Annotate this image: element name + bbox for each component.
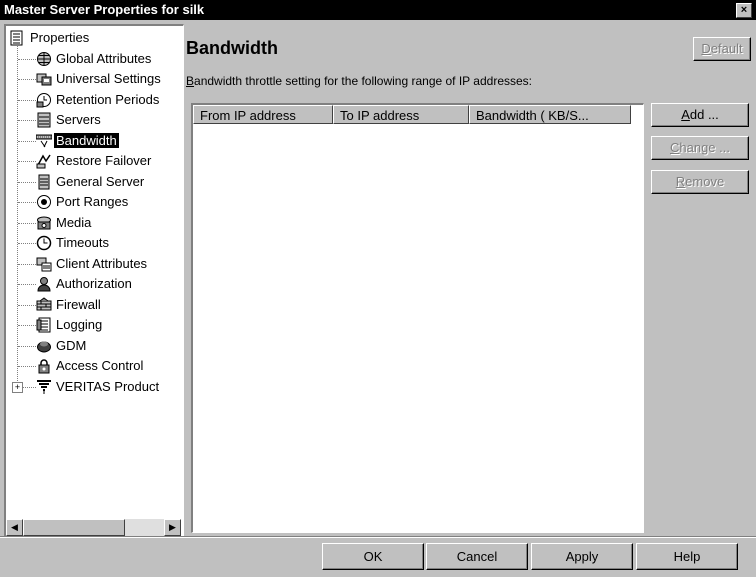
description-text: Bandwidth throttle setting for the follo… [186, 74, 532, 88]
veritas-icon [36, 379, 52, 395]
globe-icon [36, 51, 52, 67]
tree-item-label: VERITAS Product [56, 378, 160, 394]
column-header-from-ip[interactable]: From IP address [193, 105, 333, 124]
tree-branch-line [18, 304, 36, 306]
retention-icon [36, 92, 52, 108]
tree-branch-line [18, 181, 36, 183]
properties-root-icon [9, 30, 25, 46]
tree-item-general-server[interactable]: General Server [54, 172, 146, 192]
tree-branch-line [18, 263, 36, 265]
tree-content: Properties Global Attributes Universal Set… [6, 26, 183, 536]
gdm-icon [36, 338, 52, 354]
tree-item-label: Retention Periods [56, 91, 160, 107]
tree-item-label: Authorization [56, 276, 132, 291]
tree-item-timeouts[interactable]: Timeouts [54, 233, 111, 253]
tree-item-firewall[interactable]: Firewall [54, 295, 103, 315]
tree-item-global-attributes[interactable]: Global Attributes [54, 49, 153, 69]
clock-icon [36, 235, 52, 251]
lock-icon [36, 358, 52, 374]
tree-horizontal-scrollbar[interactable]: ◀ ▶ [6, 519, 181, 536]
properties-tree[interactable]: Properties Global Attributes Universal Set… [4, 24, 184, 537]
tree-branch-line [18, 99, 36, 101]
tree-branch-line [18, 140, 36, 142]
tree-item-label: Bandwidth [54, 132, 119, 148]
server-icon [36, 112, 52, 128]
tree-item-access-control[interactable]: Access Control [54, 356, 145, 376]
help-button[interactable]: Help [636, 543, 738, 570]
tree-item-label: Universal Settings [56, 71, 161, 86]
tree-item-gdm[interactable]: GDM [54, 336, 88, 356]
window-title: Master Server Properties for silk [4, 2, 205, 17]
apply-button[interactable]: Apply [531, 543, 633, 570]
tree-item-properties[interactable]: Properties [28, 28, 91, 48]
tree-item-logging[interactable]: Logging [54, 315, 104, 335]
default-button: Default [693, 37, 751, 61]
change-button: Change ... [651, 136, 749, 160]
bottom-separator [0, 536, 756, 538]
tree-branch-line [18, 79, 36, 80]
tree-branch-line [18, 161, 36, 162]
media-icon [36, 215, 52, 231]
tree-item-label: Media [56, 214, 92, 230]
scroll-right-arrow-icon[interactable]: ▶ [164, 519, 181, 536]
cancel-button[interactable]: Cancel [426, 543, 528, 570]
tree-branch-line [18, 345, 36, 347]
tree-item-label: General Server [56, 173, 145, 189]
tree-branch-line [18, 284, 36, 285]
tree-item-label: Port Ranges [56, 194, 129, 209]
column-header-bandwidth[interactable]: Bandwidth ( KB/S... [469, 105, 631, 124]
tree-branch-line [18, 120, 36, 121]
column-header-to-ip[interactable]: To IP address [333, 105, 469, 124]
tree-branch-line [18, 222, 36, 224]
title-bar: Master Server Properties for silk × [0, 0, 756, 20]
ok-button[interactable]: OK [322, 543, 424, 570]
tree-expand-icon[interactable]: + [12, 381, 23, 393]
tree-item-label: Restore Failover [56, 153, 152, 168]
tree-item-servers[interactable]: Servers [54, 110, 103, 130]
general-server-icon [36, 174, 52, 190]
logging-icon [36, 317, 52, 333]
bandwidth-icon [35, 133, 53, 149]
tree-item-label: Firewall [56, 296, 101, 312]
page-title: Bandwidth [186, 38, 278, 58]
tree-item-label: Global Attributes [56, 50, 152, 66]
tree-item-client-attributes[interactable]: Client Attributes [54, 254, 149, 274]
add-button[interactable]: Add ... [651, 103, 749, 127]
tree-item-authorization[interactable]: Authorization [54, 274, 134, 294]
scroll-left-arrow-icon[interactable]: ◀ [6, 519, 23, 536]
tree-item-label: Access Control [56, 358, 144, 373]
bandwidth-list[interactable]: From IP address To IP address Bandwidth … [191, 103, 644, 533]
tree-item-universal-settings[interactable]: Universal Settings [54, 69, 163, 89]
universal-settings-icon [36, 71, 52, 87]
tree-branch-line [18, 325, 36, 326]
tree-branch-line [18, 202, 36, 203]
tree-item-label: GDM [56, 337, 87, 353]
tree-item-label: Timeouts [56, 235, 109, 250]
tree-item-label: Logging [56, 317, 103, 332]
tree-item-label: Client Attributes [56, 255, 148, 271]
tree-branch-line [18, 58, 36, 60]
tree-item-label: Properties [30, 30, 90, 45]
tree-branch-line [18, 243, 36, 244]
tree-item-bandwidth[interactable]: Bandwidth [54, 131, 119, 151]
remove-button: Remove [651, 170, 749, 194]
tree-item-media[interactable]: Media [54, 213, 93, 233]
client-attributes-icon [36, 256, 52, 272]
tree-item-retention-periods[interactable]: Retention Periods [54, 90, 161, 110]
scroll-thumb[interactable] [23, 519, 125, 536]
tree-guide-line [17, 46, 18, 387]
firewall-icon [36, 296, 52, 313]
tree-item-label: Servers [56, 112, 101, 127]
port-ranges-icon [36, 194, 52, 210]
restore-failover-icon [36, 153, 52, 169]
person-icon [36, 276, 52, 292]
tree-branch-line [18, 366, 36, 367]
close-button[interactable]: × [736, 3, 752, 18]
tree-item-restore-failover[interactable]: Restore Failover [54, 151, 153, 171]
tree-item-port-ranges[interactable]: Port Ranges [54, 192, 130, 212]
tree-item-veritas-product[interactable]: VERITAS Product [54, 377, 161, 397]
